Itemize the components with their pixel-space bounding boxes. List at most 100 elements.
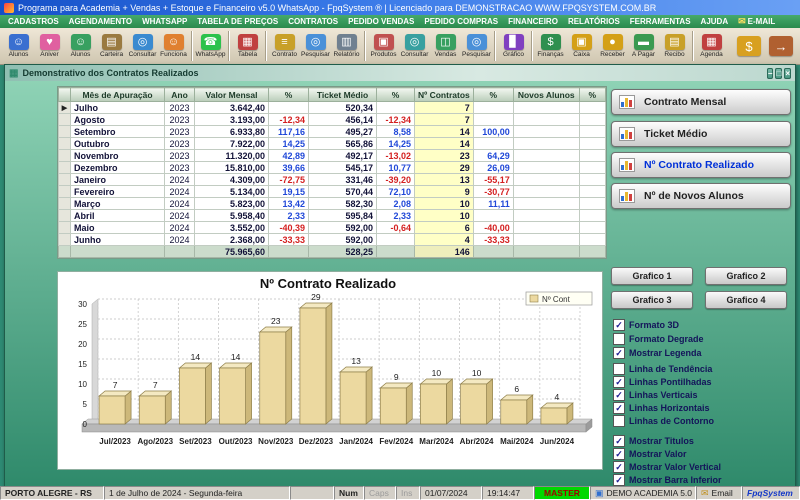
chart-button-label: Ticket Médio <box>644 128 708 140</box>
checkbox-linhas-pontilhadas[interactable]: ✓ Linhas Pontilhadas <box>613 376 712 388</box>
table-row[interactable]: Outubro 2023 7.922,00 14,25 565,86 14,25 14 <box>58 137 606 150</box>
toolbar-button-consultar-2[interactable]: ◎ Consultar <box>399 34 430 58</box>
toolbar-button-vendas[interactable]: ◫ Vendas <box>430 34 461 58</box>
toolbar-button-consultar[interactable]: ◎ Consultar <box>127 34 158 58</box>
mdi-window-titlebar[interactable]: ▦ Demonstrativo dos Contratos Realizados… <box>5 65 795 81</box>
toolbar-button-whatsapp[interactable]: ☎ WhatsApp <box>195 34 226 58</box>
grafico-button-4[interactable]: Grafico 4 <box>705 291 787 309</box>
contract-icon: ≡ <box>274 34 295 50</box>
toolbar-button-a-pagar[interactable]: ▬ A Pagar <box>628 34 659 58</box>
status-caps-lock: Caps <box>364 486 396 500</box>
chart-button-ticket-medio[interactable]: Ticket Médio <box>611 121 791 147</box>
menu-item-label: AJUDA <box>700 17 729 26</box>
toolbar-button-agenda[interactable]: ▦ Agenda <box>696 34 727 58</box>
table-row[interactable]: Abril 2024 5.958,40 2,33 595,84 2,33 10 <box>58 209 606 222</box>
table-row[interactable]: Fevereiro 2024 5.134,00 19,15 570,44 72,10 9 -3… <box>58 185 606 198</box>
close-button[interactable]: × <box>784 67 791 79</box>
checkbox-formato-degrade[interactable]: Formato Degrade <box>613 333 704 345</box>
toolbar-button-recibo[interactable]: ▤ Recibo <box>659 34 690 58</box>
toolbar-button-produtos[interactable]: ▣ Produtos <box>368 34 399 58</box>
products-icon: ▣ <box>373 34 394 50</box>
table-row[interactable]: Maio 2024 3.552,00 -40,39 592,00 -0,64 6 -40,00 <box>58 221 606 234</box>
toolbar-button-alunos[interactable]: ☺ Alunos <box>3 34 34 58</box>
table-row[interactable]: Agosto 2023 3.193,00 -12,34 456,14 -12,34 7 <box>58 113 606 126</box>
exit-door-icon: → <box>769 36 793 56</box>
grafico-button-1[interactable]: Grafico 1 <box>611 267 693 285</box>
checkbox-linha-de-tendencia[interactable]: Linha de Tendência <box>613 363 712 375</box>
grafico-button-3[interactable]: Grafico 3 <box>611 291 693 309</box>
table-row[interactable]: ▶ Julho 2023 3.642,40 520,34 7 <box>58 101 606 114</box>
checkbox-mostrar-titulos[interactable]: ✓ Mostrar Titulos <box>613 435 694 447</box>
email-icon: ✉ <box>738 16 746 26</box>
chart-button-contrato-mensal[interactable]: Contrato Mensal <box>611 89 791 115</box>
table-row[interactable]: Janeiro 2024 4.309,00 -72,75 331,46 -39,20 13-… <box>58 173 606 186</box>
menu-item-ferramentas[interactable]: FERRAMENTAS <box>625 17 696 26</box>
toolbar-button-financas[interactable]: $ Finanças <box>535 34 566 58</box>
checkbox-formato-3d[interactable]: ✓ Formato 3D <box>613 319 679 331</box>
toolbar-button-funciona[interactable]: ☺ Funciona <box>158 34 189 58</box>
menu-item-contratos[interactable]: CONTRATOS <box>283 17 343 26</box>
checkbox-box <box>613 363 625 375</box>
grid-header: % <box>376 87 415 102</box>
table-row[interactable]: Março 2024 5.823,00 13,42 582,30 2,08 10 11,11 <box>58 197 606 210</box>
menu-item-pedido-vendas[interactable]: PEDIDO VENDAS <box>343 17 419 26</box>
toolbar-button-moedas[interactable]: $ <box>737 36 761 56</box>
menu-item-e-mail[interactable]: ✉ E-MAIL <box>733 16 780 27</box>
table-row[interactable]: Setembro 2023 6.933,80 117,16 495,27 8,58 14 10… <box>58 125 606 138</box>
table-row[interactable]: Junho 2024 2.368,00 -33,33 592,00 4 -33,33 <box>58 233 606 246</box>
checkbox-linhas-verticais[interactable]: ✓ Linhas Verticais <box>613 389 698 401</box>
grid-header: Mês de Apuração <box>70 87 165 102</box>
svg-text:Dez/2023: Dez/2023 <box>299 437 334 446</box>
menu-item-agendamento[interactable]: AGENDAMENTO <box>64 17 137 26</box>
svg-text:9: 9 <box>394 372 399 382</box>
menu-item-tabela-de-precos[interactable]: TABELA DE PREÇOS <box>192 17 283 26</box>
toolbar-button-receber[interactable]: ● Receber <box>597 34 628 58</box>
toolbar-button-grafico[interactable]: ▊ Gráfico <box>498 34 529 58</box>
menu-item-cadastros[interactable]: CADASTROS <box>3 17 64 26</box>
table-row[interactable]: Dezembro 2023 15.810,00 39,66 545,17 10,77 29 2… <box>58 161 606 174</box>
toolbar-button-aniver[interactable]: ♥ Aniver <box>34 34 65 58</box>
birthday-icon: ♥ <box>39 34 60 50</box>
menu-item-relatorios[interactable]: RELATÓRIOS <box>563 17 625 26</box>
svg-text:Out/2023: Out/2023 <box>219 437 253 446</box>
status-bar: PORTO ALEGRE - RS 1 de Julho de 2024 - Se… <box>0 486 800 500</box>
toolbar-button-caixa[interactable]: ▣ Caixa <box>566 34 597 58</box>
toolbar-button-pesquisar-2[interactable]: ◎ Pesquisar <box>461 34 492 58</box>
checkbox-mostrar-barra-inferior[interactable]: ✓ Mostrar Barra Inferior <box>613 474 722 486</box>
coins-icon: $ <box>737 36 761 56</box>
toolbar-button-sair[interactable]: → <box>769 36 793 56</box>
svg-text:Set/2023: Set/2023 <box>179 437 212 446</box>
checkbox-mostrar-valor[interactable]: ✓ Mostrar Valor <box>613 448 687 460</box>
status-time: 19:14:47 <box>482 486 534 500</box>
menu-item-label: AGENDAMENTO <box>68 17 133 26</box>
maximize-button[interactable]: □ <box>775 67 783 79</box>
grafico-button-2[interactable]: Grafico 2 <box>705 267 787 285</box>
menu-item-ajuda[interactable]: AJUDA <box>696 17 734 26</box>
menu-item-whatsapp[interactable]: WHATSAPP <box>137 17 192 26</box>
toolbar-button-relatorio[interactable]: ▥ Relatório <box>331 34 362 58</box>
toolbar-button-tabela[interactable]: ▦ Tabela <box>232 34 263 58</box>
search-icon: ◎ <box>466 34 487 50</box>
chart-button-n-de-novos-alunos[interactable]: Nº de Novos Alunos <box>611 183 791 209</box>
checkbox-mostrar-legenda[interactable]: ✓ Mostrar Legenda <box>613 347 702 359</box>
chart-button-n-contrato-realizado[interactable]: Nº Contrato Realizado <box>611 152 791 178</box>
menu-item-pedido-compras[interactable]: PEDIDO COMPRAS <box>419 17 503 26</box>
status-num-lock: Num <box>334 486 364 500</box>
contracts-table[interactable]: Mês de Apuração Ano Valor Mensal% Ticket Mé… <box>58 87 606 258</box>
toolbar-button-pesquisar[interactable]: ◎ Pesquisar <box>300 34 331 58</box>
minimize-button[interactable]: – <box>767 67 774 79</box>
toolbar-button-contrato[interactable]: ≡ Contrato <box>269 34 300 58</box>
toolbar-button-alunos-2[interactable]: ☺ Alunos <box>65 34 96 58</box>
svg-text:Mai/2024: Mai/2024 <box>500 437 534 446</box>
checkbox-linhas-de-contorno[interactable]: Linhas de Contorno <box>613 415 714 427</box>
checkbox-mostrar-valor-vertical[interactable]: ✓ Mostrar Valor Vertical <box>613 461 721 473</box>
table-row[interactable]: Novembro 2023 11.320,00 42,89 492,17 -13,02 23… <box>58 149 606 162</box>
status-brand: FpqSystem <box>742 486 800 500</box>
menu-item-financeiro[interactable]: FINANCEIRO <box>503 17 563 26</box>
svg-text:Jun/2024: Jun/2024 <box>540 437 575 446</box>
svg-text:30: 30 <box>78 300 87 309</box>
money-icon: ▬ <box>633 34 654 50</box>
checkbox-linhas-horizontais[interactable]: ✓ Linhas Horizontais <box>613 402 710 414</box>
toolbar-button-carteira[interactable]: ▤ Carteira <box>96 34 127 58</box>
checkbox-label: Linhas Verticais <box>629 390 698 400</box>
